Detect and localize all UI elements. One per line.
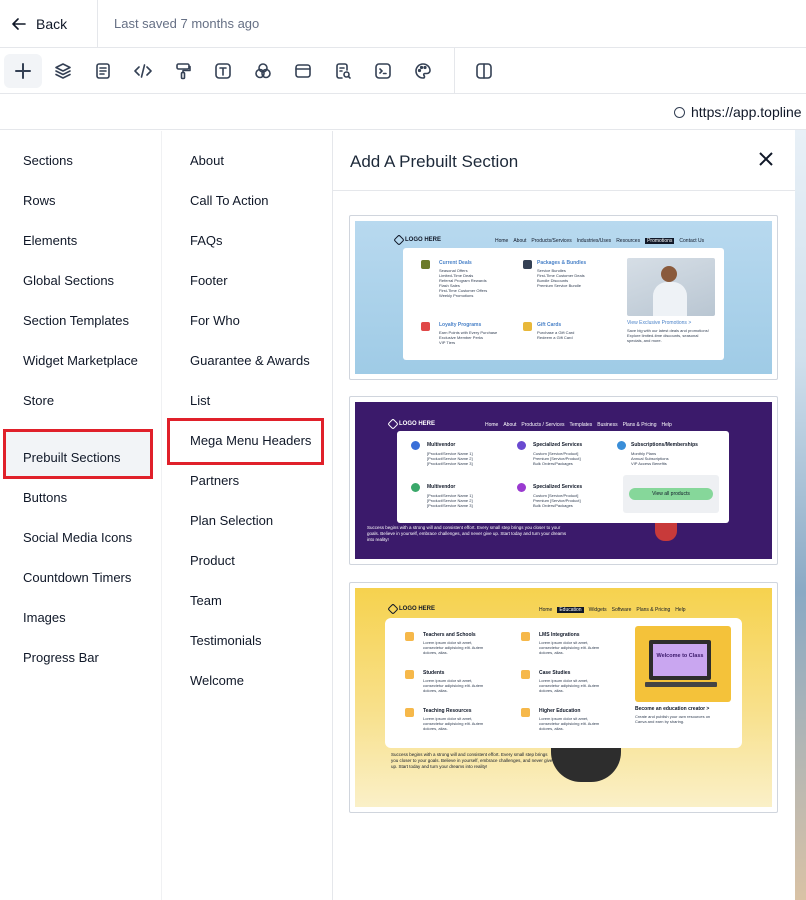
page-icon (96, 62, 110, 79)
preview-nav: Home About Products/Services Industries/Use… (495, 238, 705, 244)
sidebar-item-countdown-timers[interactable]: Countdown Timers (23, 570, 131, 585)
layout-button[interactable] (284, 54, 322, 88)
category-item-mega-menu-headers[interactable]: Mega Menu Headers (190, 433, 311, 448)
preview-footer-text: Success begins with a strong will and co… (367, 525, 567, 542)
preview-thumbnail: LOGO HERE Home About Products / Services Te… (355, 402, 772, 559)
preview-footer-text: Success begins with a strong will and co… (391, 752, 553, 769)
category-item-footer[interactable]: Footer (190, 273, 228, 288)
back-label: Back (36, 15, 68, 32)
category-item-list[interactable]: List (190, 393, 210, 408)
typography-button[interactable] (204, 54, 242, 88)
close-panel-button[interactable] (758, 151, 778, 171)
browser-window-icon (295, 63, 311, 78)
terminal-icon (375, 62, 391, 79)
sidebar-item-images[interactable]: Images (23, 610, 66, 625)
back-button[interactable]: Back (0, 0, 98, 48)
category-item-partners[interactable]: Partners (190, 473, 239, 488)
prebuilt-section-panel: Add A Prebuilt Section LOGO HERE Home Abo… (333, 131, 795, 900)
search-doc-icon (336, 62, 351, 79)
preview-nav: Home Education Widgets Software Plans & Pric… (539, 607, 686, 613)
url-display[interactable]: https://app.topline (674, 104, 802, 120)
plus-icon (15, 62, 31, 79)
close-icon (759, 152, 773, 166)
shapes-button[interactable] (244, 54, 282, 88)
arrow-left-icon (12, 17, 26, 30)
sidebar-item-sections[interactable]: Sections (23, 153, 73, 168)
prebuilt-preview-card-2[interactable]: LOGO HERE Home About Products / Services Te… (349, 396, 778, 565)
panel-title: Add A Prebuilt Section (350, 152, 519, 171)
sidebar-item-prebuilt-sections[interactable]: Prebuilt Sections (23, 450, 121, 465)
category-item-guarantee-awards[interactable]: Guarantee & Awards (190, 353, 310, 368)
text-icon (215, 62, 231, 79)
code-button[interactable] (124, 54, 162, 88)
category-item-team[interactable]: Team (190, 593, 222, 608)
custom-js-button[interactable] (364, 54, 402, 88)
preview-logo: LOGO HERE (387, 418, 435, 430)
colors-button[interactable] (404, 54, 442, 88)
sidebar-item-buttons[interactable]: Buttons (23, 490, 67, 505)
category-item-plan-selection[interactable]: Plan Selection (190, 513, 273, 528)
view-all-products-button: View all products (629, 488, 713, 500)
sidebar-item-widget-marketplace[interactable]: Widget Marketplace (23, 353, 138, 368)
editor-toolbar (0, 47, 806, 94)
hero-figure-shape (655, 523, 677, 541)
url-text: https://app.topline (691, 104, 802, 120)
palette-icon (415, 62, 431, 79)
split-view-icon (476, 62, 492, 79)
category-item-about[interactable]: About (190, 153, 224, 168)
category-item-faqs[interactable]: FAQs (190, 233, 223, 248)
category-item-for-who[interactable]: For Who (190, 313, 240, 328)
preview-mega-menu: Multivendor [Product/Service Name 1] [Pr… (397, 431, 729, 523)
last-saved-text: Last saved 7 months ago (114, 16, 260, 31)
prebuilt-category-list: About Call To Action FAQs Footer For Who… (162, 131, 333, 900)
sidebar-item-progress-bar[interactable]: Progress Bar (23, 650, 99, 665)
seo-button[interactable] (324, 54, 362, 88)
promo-photo: Welcome to Class (635, 626, 731, 702)
preview-thumbnail: LOGO HERE Home Education Widgets Software Pl… (355, 588, 772, 807)
sidebar-item-global-sections[interactable]: Global Sections (23, 273, 114, 288)
pages-button[interactable] (84, 54, 122, 88)
shapes-icon (255, 62, 271, 78)
sidebar-item-rows[interactable]: Rows (23, 193, 56, 208)
preview-mega-menu: Current Deals Seasonal Offers Limited-Ti… (403, 248, 724, 360)
sidebar-item-section-templates[interactable]: Section Templates (23, 313, 129, 328)
layers-button[interactable] (44, 54, 82, 88)
element-type-sidebar: Sections Rows Elements Global Sections S… (0, 131, 162, 900)
preview-nav: Home About Products / Services Templates Bus… (485, 422, 672, 428)
preview-thumbnail: LOGO HERE Home About Products/Services Indu… (355, 221, 772, 374)
category-item-testimonials[interactable]: Testimonials (190, 633, 262, 648)
preview-logo: LOGO HERE (387, 603, 435, 615)
split-view-button[interactable] (465, 54, 503, 88)
loading-circle-icon (674, 106, 685, 118)
hero-figure-shape (551, 748, 621, 782)
sidebar-item-elements[interactable]: Elements (23, 233, 77, 248)
preview-url-bar: https://app.topline (0, 94, 806, 130)
prebuilt-preview-card-1[interactable]: LOGO HERE Home About Products/Services Indu… (349, 215, 778, 380)
preview-mega-menu: Teachers and Schools Lorem ipsum dolor s… (385, 618, 742, 748)
paint-roller-icon (176, 62, 191, 79)
category-item-product[interactable]: Product (190, 553, 235, 568)
styles-button[interactable] (164, 54, 202, 88)
category-item-welcome[interactable]: Welcome (190, 673, 244, 688)
sidebar-item-store[interactable]: Store (23, 393, 54, 408)
category-item-call-to-action[interactable]: Call To Action (190, 193, 269, 208)
preview-logo: LOGO HERE (393, 234, 441, 246)
add-element-button[interactable] (4, 53, 42, 88)
sidebar-item-social-media-icons[interactable]: Social Media Icons (23, 530, 132, 545)
toolbar-divider (454, 47, 455, 94)
canvas-preview-edge (795, 130, 806, 900)
promo-photo (627, 258, 715, 316)
code-icon (134, 63, 152, 78)
prebuilt-preview-card-3[interactable]: LOGO HERE Home Education Widgets Software Pl… (349, 582, 778, 813)
layers-icon (55, 62, 71, 79)
top-bar: Back Last saved 7 months ago (0, 0, 806, 48)
panel-divider (333, 190, 795, 191)
